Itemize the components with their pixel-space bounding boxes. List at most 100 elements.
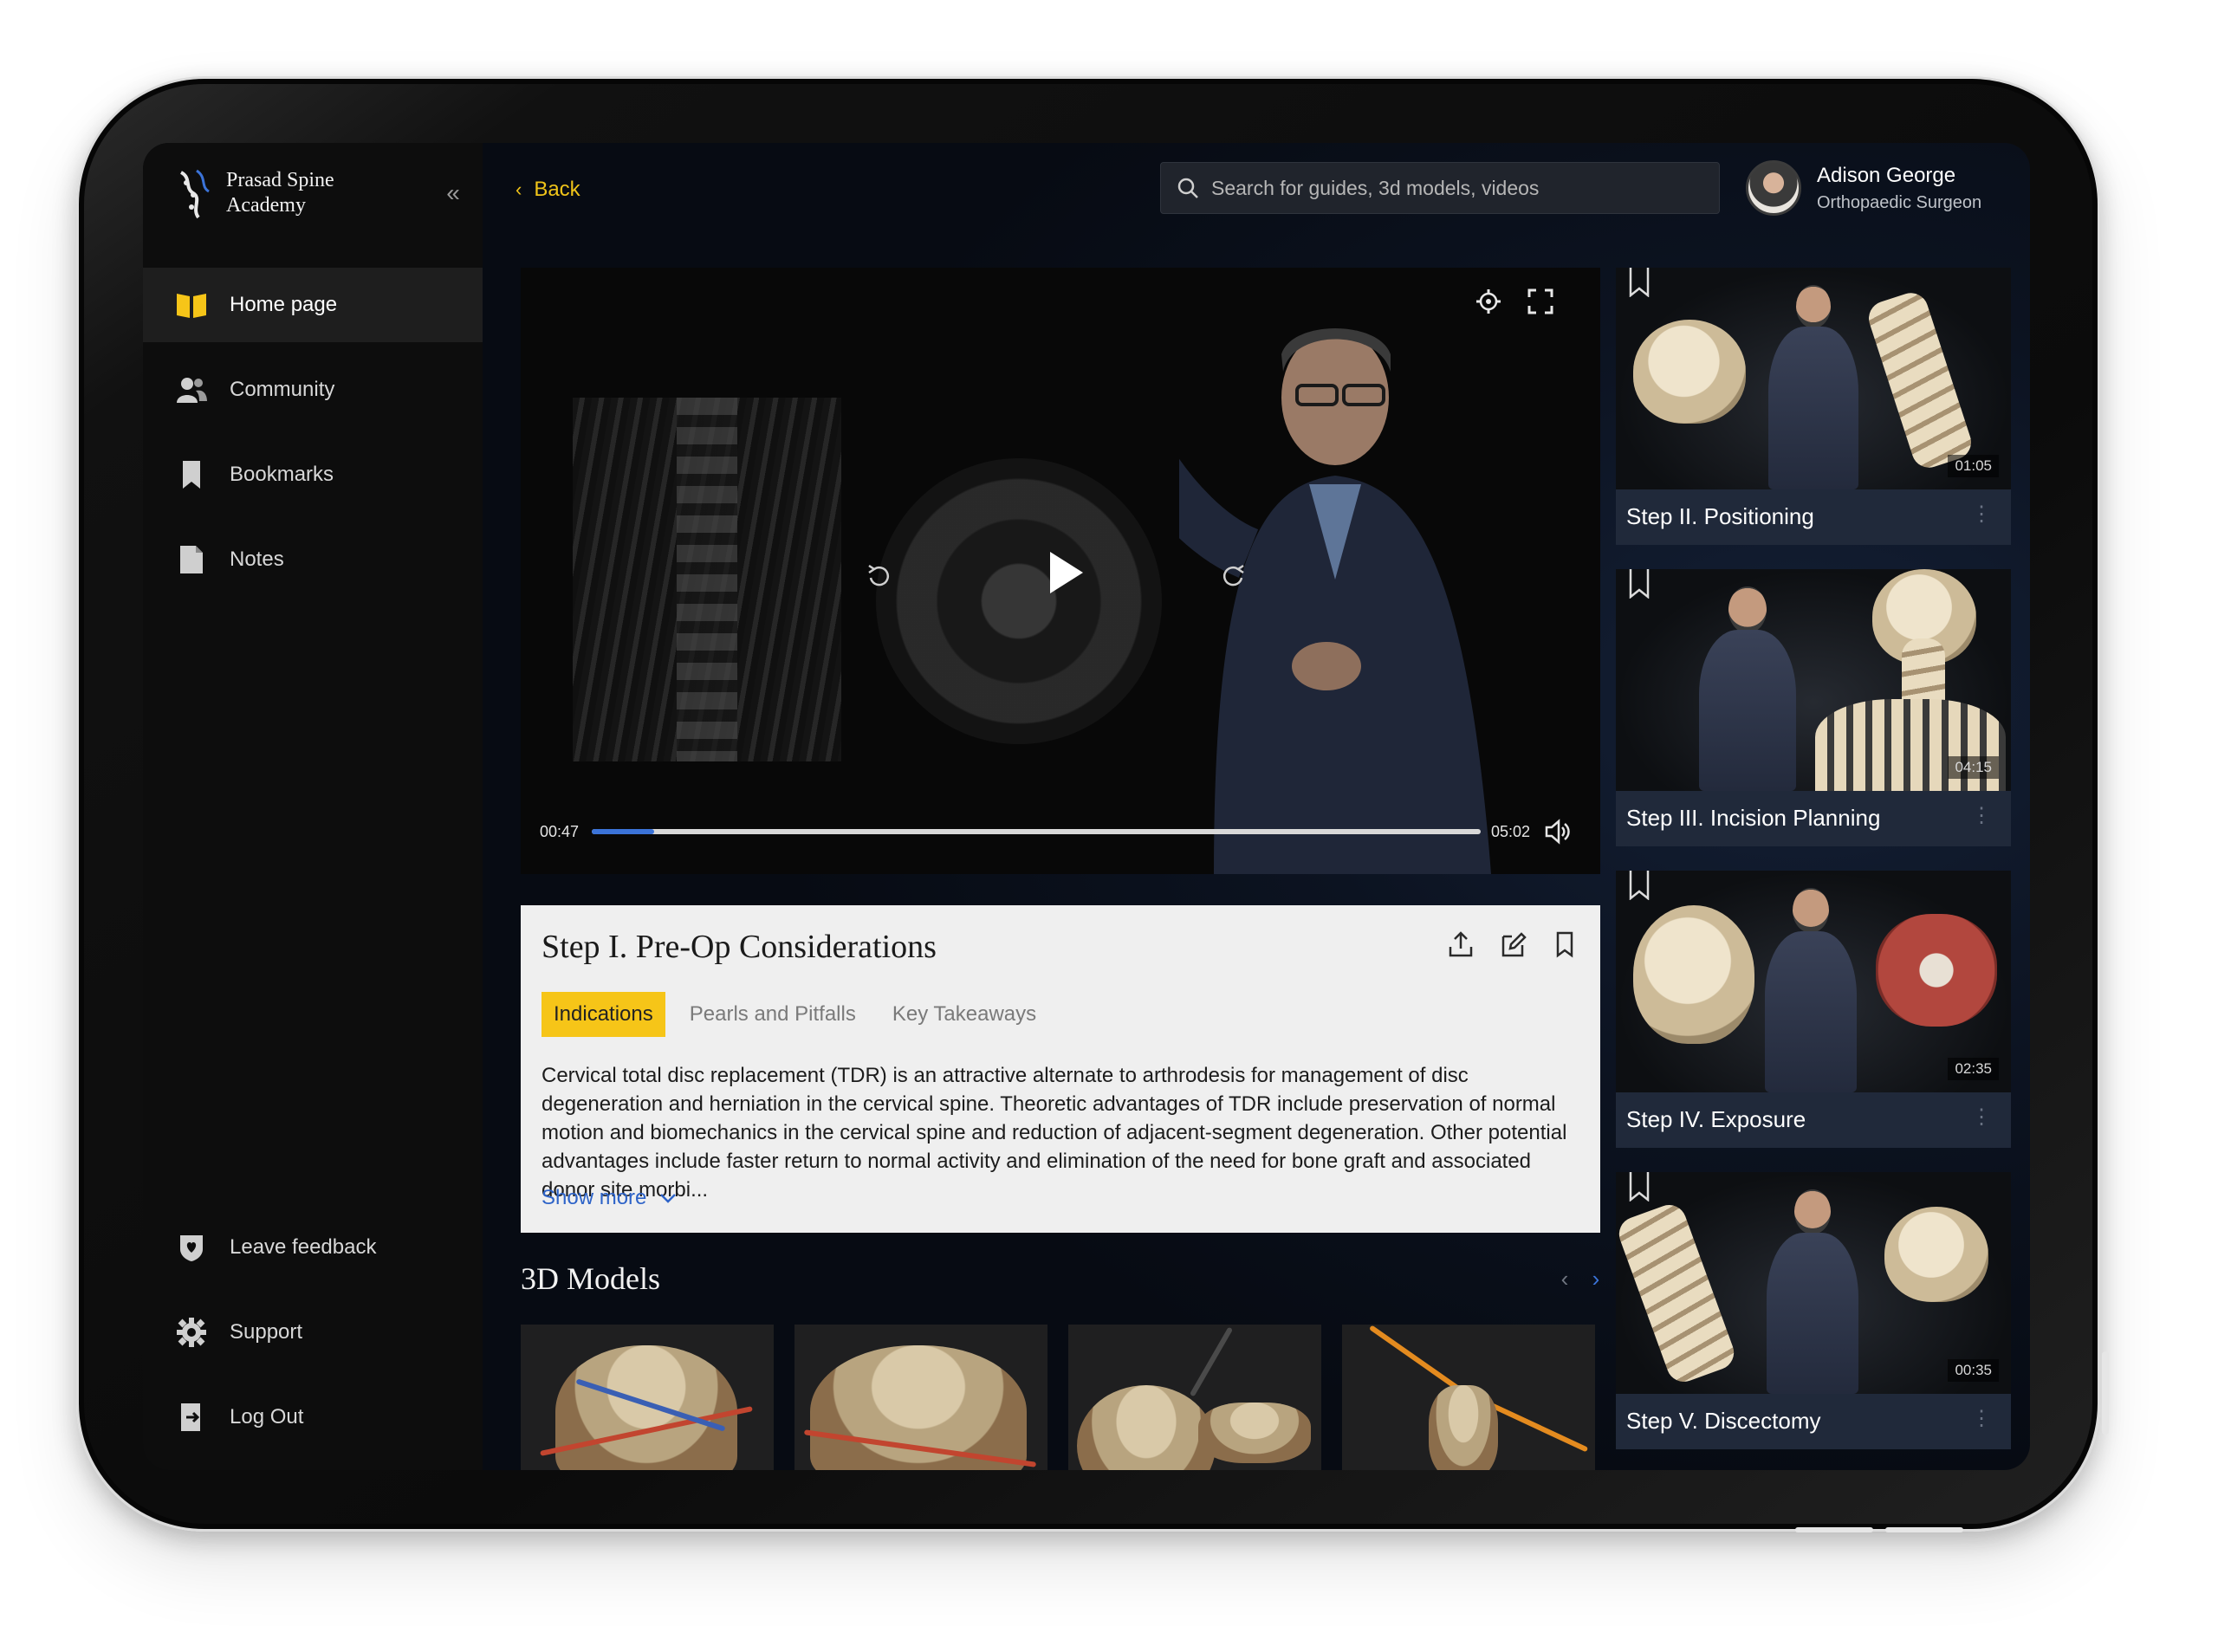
model-card[interactable] (1068, 1325, 1321, 1470)
model-card[interactable] (521, 1325, 774, 1470)
more-options-icon[interactable]: ⋮ (1971, 803, 1992, 828)
edit-icon[interactable] (1498, 930, 1527, 959)
back-label: Back (534, 178, 580, 201)
more-options-icon[interactable]: ⋮ (1971, 1105, 1992, 1130)
chevron-left-icon: ‹ (516, 178, 522, 200)
step-card[interactable]: 02:35 Step IV. Exposure ⋮ (1616, 871, 2011, 1148)
tab-indications[interactable]: Indications (542, 992, 665, 1037)
progress-bar[interactable] (592, 829, 1481, 834)
vertebra-process-image (1198, 1403, 1311, 1463)
bookmark-icon[interactable] (1628, 1172, 1651, 1202)
back-button[interactable]: ‹ Back (516, 178, 580, 202)
search-bar[interactable] (1160, 162, 1720, 214)
vertebra-model-image (810, 1345, 1027, 1470)
app-screen: Prasad Spine Academy « Home page Communi… (143, 143, 2030, 1470)
vertebra-thumbnail-image (1633, 320, 1746, 424)
step-card[interactable]: 01:05 Step II. Positioning ⋮ (1616, 268, 2011, 545)
sidebar-item-label: Support (230, 1320, 303, 1344)
search-icon (1177, 178, 1198, 198)
step-card[interactable]: 04:15 Step III. Incision Planning ⋮ (1616, 569, 2011, 846)
bookmark-icon[interactable] (1550, 930, 1579, 959)
play-icon[interactable] (1038, 547, 1090, 599)
sidebar-item-notes[interactable]: Notes (143, 522, 483, 597)
bookmark-icon (174, 457, 209, 492)
vertebra-model-image (1429, 1385, 1498, 1470)
show-more-label: Show more (542, 1186, 647, 1209)
sidebar-item-logout[interactable]: Log Out (143, 1380, 483, 1454)
sidebar-item-community[interactable]: Community (143, 353, 483, 427)
collapse-sidebar-icon[interactable]: « (438, 178, 469, 209)
step-number: Step V. (1626, 1408, 1698, 1434)
step-number: Step IV. (1626, 1106, 1705, 1132)
avatar[interactable] (1746, 160, 1801, 216)
fullscreen-icon[interactable] (1526, 287, 1555, 316)
cross-section-thumbnail-image (1876, 914, 1997, 1027)
user-name: Adison George (1817, 163, 1956, 187)
sidebar-item-label: Log Out (230, 1405, 304, 1428)
share-icon[interactable] (1446, 930, 1475, 959)
settings-icon[interactable] (1474, 287, 1503, 316)
sidebar-item-bookmarks[interactable]: Bookmarks (143, 437, 483, 512)
presenter-thumbnail-image (1728, 586, 1767, 633)
step-title: Step V. Discectomy (1626, 1408, 1820, 1435)
sidebar-item-label: Bookmarks (230, 463, 334, 486)
show-more-button[interactable]: Show more (542, 1186, 678, 1210)
model-card[interactable] (794, 1325, 1047, 1470)
lesson-card: Step I. Pre-Op Considerations Indication… (521, 905, 1600, 1233)
users-icon (174, 373, 209, 407)
instrument-graphic (1189, 1326, 1234, 1397)
mri-axial-image (876, 458, 1162, 744)
current-time: 00:47 (540, 823, 580, 840)
rewind-icon[interactable] (864, 560, 893, 590)
step-number: Step II. (1626, 503, 1698, 529)
bookmark-icon[interactable] (1628, 871, 1651, 900)
model-card[interactable] (1342, 1325, 1595, 1470)
vertebra-thumbnail-image (1884, 1207, 1988, 1302)
tablet-side-button (2102, 1351, 2109, 1435)
presenter-suit-graphic (1765, 931, 1857, 1092)
step-card[interactable]: 00:35 Step V. Discectomy ⋮ (1616, 1172, 2011, 1449)
step-duration: 00:35 (1948, 1359, 1999, 1382)
vertebra-model-image (1077, 1385, 1216, 1470)
presenter-thumbnail-image (1794, 1189, 1831, 1234)
more-options-icon[interactable]: ⋮ (1971, 1406, 1992, 1431)
user-role: Orthopaedic Surgeon (1817, 192, 1982, 212)
carousel-prev-button[interactable]: ‹ (1552, 1266, 1578, 1292)
video-player[interactable]: 00:47 05:02 (521, 268, 1600, 874)
spine-logo-icon (179, 169, 210, 219)
sidebar-item-home[interactable]: Home page (143, 268, 483, 342)
sidebar: Prasad Spine Academy « Home page Communi… (143, 143, 483, 1470)
book-open-icon (174, 288, 209, 322)
user-profile[interactable]: Adison George Orthopaedic Surgeon (1746, 160, 1981, 216)
heart-shield-icon (174, 1230, 209, 1265)
step-name: Positioning (1703, 503, 1814, 529)
duration: 05:02 (1491, 823, 1531, 840)
gear-icon (174, 1315, 209, 1350)
step-title: Step III. Incision Planning (1626, 805, 1880, 832)
tab-key-takeaways[interactable]: Key Takeaways (892, 1002, 1036, 1027)
chevron-down-icon (660, 1194, 677, 1203)
app-logo[interactable]: Prasad Spine Academy (172, 162, 450, 224)
forward-icon[interactable] (1219, 560, 1248, 590)
bookmark-icon[interactable] (1628, 268, 1651, 297)
presenter-thumbnail-image (1793, 888, 1829, 933)
sidebar-item-support[interactable]: Support (143, 1295, 483, 1370)
progress-fill (592, 829, 654, 834)
bookmark-icon[interactable] (1628, 569, 1651, 599)
volume-icon[interactable] (1543, 817, 1573, 846)
vertebra-model-image (555, 1345, 737, 1470)
carousel-next-button[interactable]: › (1583, 1266, 1609, 1292)
logout-icon (174, 1400, 209, 1435)
step-number: Step III. (1626, 805, 1704, 831)
sidebar-item-label: Community (230, 378, 335, 401)
presenter-suit-graphic (1768, 327, 1858, 489)
step-title: Step II. Positioning (1626, 503, 1814, 530)
sidebar-item-label: Leave feedback (230, 1235, 377, 1259)
tablet-bottom-button (1885, 1527, 1963, 1532)
step-duration: 01:05 (1948, 455, 1999, 477)
more-options-icon[interactable]: ⋮ (1971, 502, 1992, 527)
note-icon (174, 542, 209, 577)
tab-pearls-and-pitfalls[interactable]: Pearls and Pitfalls (690, 1002, 856, 1027)
search-input[interactable] (1211, 176, 1696, 200)
sidebar-item-feedback[interactable]: Leave feedback (143, 1210, 483, 1285)
